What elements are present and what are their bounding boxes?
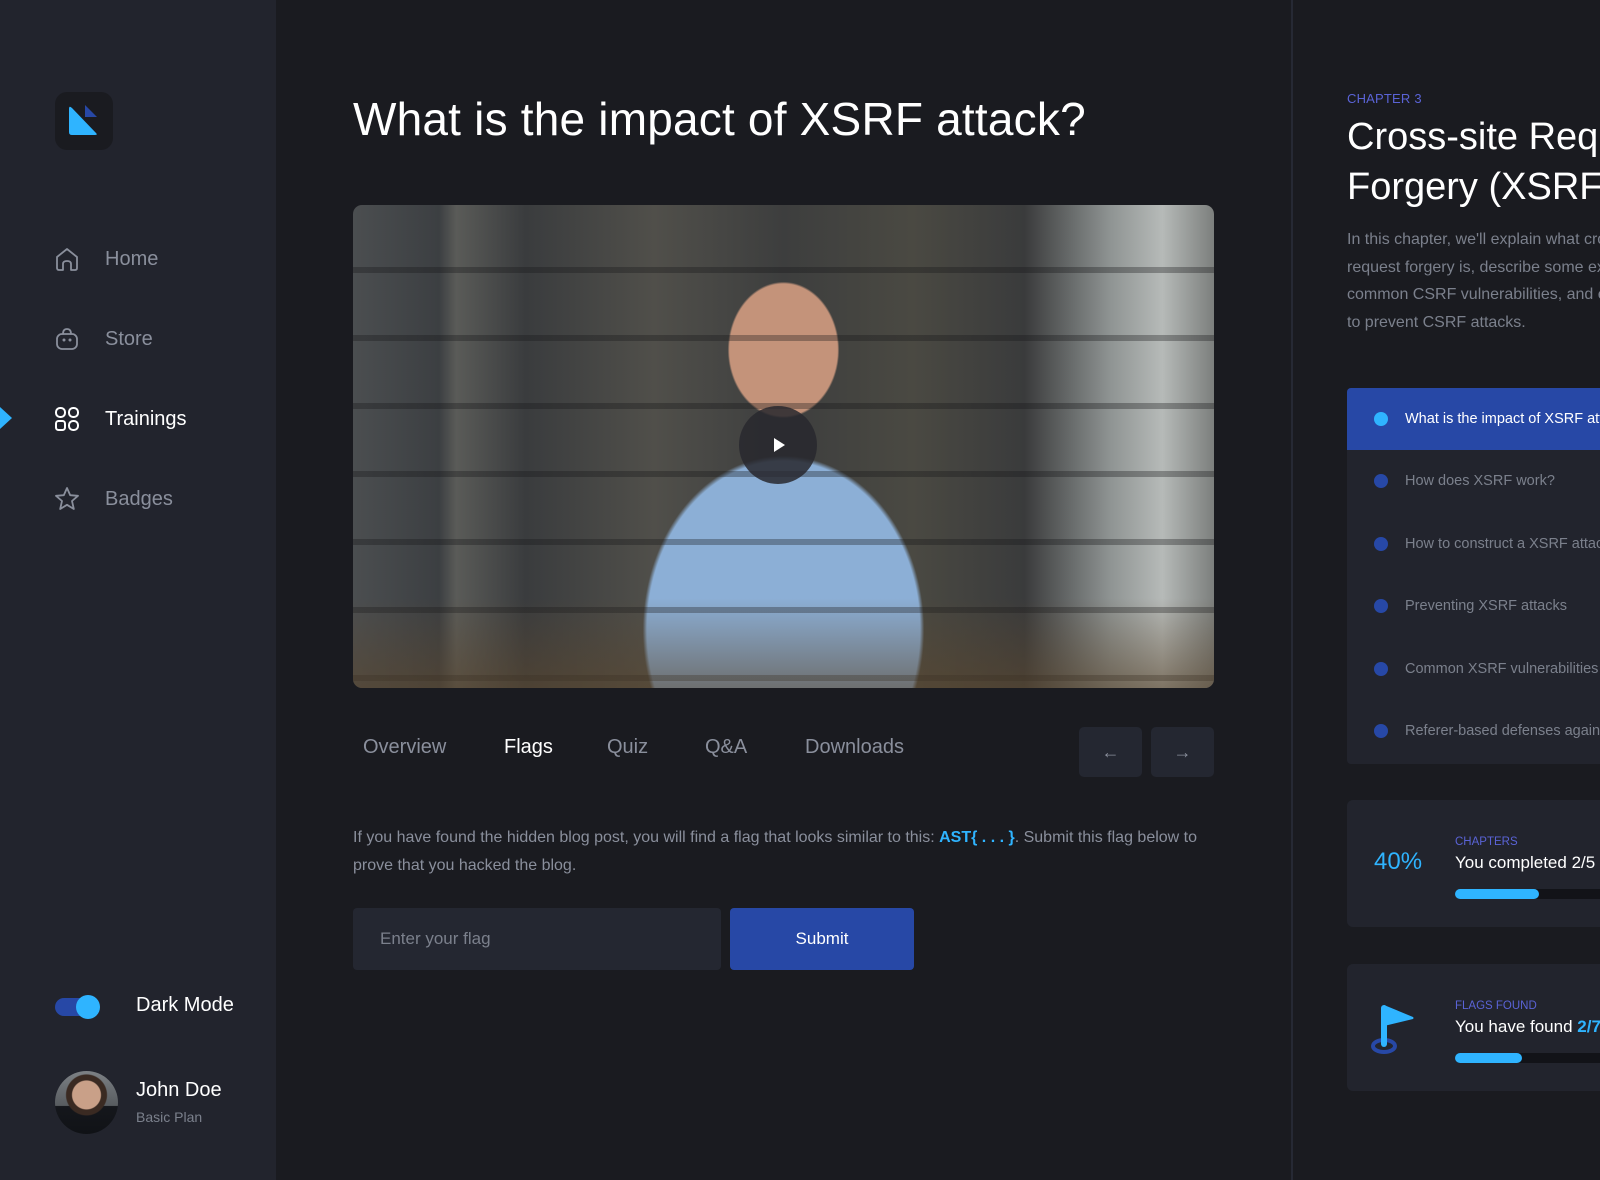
avatar xyxy=(55,1071,118,1134)
star-icon xyxy=(53,485,81,513)
sidebar-item-badges[interactable]: Badges xyxy=(0,474,276,524)
lesson-item[interactable]: What is the impact of XSRF attack? xyxy=(1347,388,1600,450)
lesson-label: How to construct a XSRF attack xyxy=(1405,536,1600,552)
lesson-item[interactable]: Preventing XSRF attacks xyxy=(1347,575,1600,637)
flag-icon xyxy=(1371,1005,1414,1054)
tab-overview[interactable]: Overview xyxy=(363,736,446,759)
tab-qa[interactable]: Q&A xyxy=(705,736,747,759)
chapters-progress-card: 40% CHAPTERS You completed 2/5 Chapters xyxy=(1347,800,1600,927)
chapter-description-line: request forgery is, describe some exampl… xyxy=(1347,258,1600,276)
lesson-status-dot xyxy=(1374,662,1388,676)
previous-button[interactable]: ← xyxy=(1079,727,1142,777)
lesson-status-dot xyxy=(1374,474,1388,488)
lesson-label: Referer-based defenses against XSRF xyxy=(1405,723,1600,739)
flags-found-card: FLAGS FOUND You have found 2/7 xyxy=(1347,964,1600,1091)
play-button[interactable] xyxy=(739,406,817,484)
arrow-left-icon: ← xyxy=(1101,741,1120,762)
toggle-knob xyxy=(76,995,100,1019)
grid-icon xyxy=(53,405,81,433)
flags-text: You have found 2/7 xyxy=(1455,1017,1600,1037)
chapter-description-line: In this chapter, we'll explain what cros… xyxy=(1347,231,1600,248)
chapter-title-line: Cross-site Request xyxy=(1347,116,1600,158)
lesson-item[interactable]: How does XSRF work? xyxy=(1347,450,1600,512)
flags-bar-fill xyxy=(1455,1053,1522,1063)
chapter-title: Cross-site Request Forgery (XSRF) xyxy=(1347,112,1600,212)
flag-format-example: AST{ . . . } xyxy=(939,829,1015,846)
flags-bar xyxy=(1455,1053,1600,1063)
lesson-status-dot xyxy=(1374,724,1388,738)
user-plan: Basic Plan xyxy=(136,1109,203,1125)
flag-input[interactable] xyxy=(353,908,721,970)
submit-button[interactable]: Submit xyxy=(730,908,914,970)
lesson-status-dot xyxy=(1374,537,1388,551)
sidebar-item-store[interactable]: Store xyxy=(0,314,276,364)
panel-divider xyxy=(1291,0,1293,1180)
progress-percent: 40% xyxy=(1374,848,1423,875)
flag-instructions: If you have found the hidden blog post, … xyxy=(353,824,1213,880)
chapter-description: In this chapter, we'll explain what cros… xyxy=(1347,226,1600,336)
chapter-title-line: Forgery (XSRF) xyxy=(1347,166,1600,208)
sidebar: Home Store Trainings Badges Dark Mode Jo… xyxy=(0,0,276,1180)
shopping-bag-icon xyxy=(53,325,81,353)
sidebar-item-home[interactable]: Home xyxy=(0,234,276,284)
chapter-description-line: to prevent CSRF attacks. xyxy=(1347,313,1526,331)
lesson-label: How does XSRF work? xyxy=(1405,473,1555,489)
lesson-status-dot xyxy=(1374,412,1388,426)
chapter-description-line: common CSRF vulnerabilities, and explain… xyxy=(1347,286,1600,303)
progress-bar-fill xyxy=(1455,889,1539,899)
tab-flags[interactable]: Flags xyxy=(504,736,553,759)
arrow-right-icon: → xyxy=(1173,741,1192,762)
flags-text-prefix: You have found xyxy=(1455,1017,1578,1036)
home-icon xyxy=(53,245,81,273)
tab-downloads[interactable]: Downloads xyxy=(805,736,904,759)
lesson-label: What is the impact of XSRF attack? xyxy=(1405,411,1600,427)
lesson-label: Preventing XSRF attacks xyxy=(1405,598,1567,614)
dark-mode-label: Dark Mode xyxy=(136,994,234,1016)
next-button[interactable]: → xyxy=(1151,727,1214,777)
dark-mode-toggle[interactable] xyxy=(55,995,100,1019)
dark-mode-row: Dark Mode xyxy=(55,994,234,1019)
sidebar-item-label: Store xyxy=(105,327,153,350)
user-name: John Doe xyxy=(136,1079,222,1101)
video-frame-floor xyxy=(353,598,1214,688)
tab-quiz[interactable]: Quiz xyxy=(607,736,648,759)
sidebar-item-label: Home xyxy=(105,247,159,270)
lesson-label: Common XSRF vulnerabilities xyxy=(1405,661,1599,677)
flags-label: FLAGS FOUND xyxy=(1455,1000,1537,1012)
lesson-status-dot xyxy=(1374,599,1388,613)
instructions-text: If you have found the hidden blog post, … xyxy=(353,829,940,846)
logo-icon[interactable] xyxy=(55,92,113,150)
lesson-item[interactable]: How to construct a XSRF attack xyxy=(1347,513,1600,575)
progress-text: You completed 2/5 Chapters xyxy=(1455,853,1600,872)
progress-label: CHAPTERS xyxy=(1455,836,1518,848)
video-player[interactable] xyxy=(353,205,1214,688)
lesson-list: What is the impact of XSRF attack? How d… xyxy=(1347,388,1600,764)
sidebar-item-trainings[interactable]: Trainings xyxy=(0,394,276,444)
progress-bar xyxy=(1455,889,1600,899)
sidebar-item-label: Badges xyxy=(105,487,173,510)
chapter-label: CHAPTER 3 xyxy=(1347,91,1422,106)
page-title: What is the impact of XSRF attack? xyxy=(353,93,1086,145)
play-icon xyxy=(774,438,785,452)
lesson-item[interactable]: Referer-based defenses against XSRF xyxy=(1347,700,1600,762)
sidebar-item-label: Trainings xyxy=(105,407,187,430)
flags-count: 2/7 xyxy=(1577,1017,1600,1036)
lesson-item[interactable]: Common XSRF vulnerabilities xyxy=(1347,638,1600,700)
